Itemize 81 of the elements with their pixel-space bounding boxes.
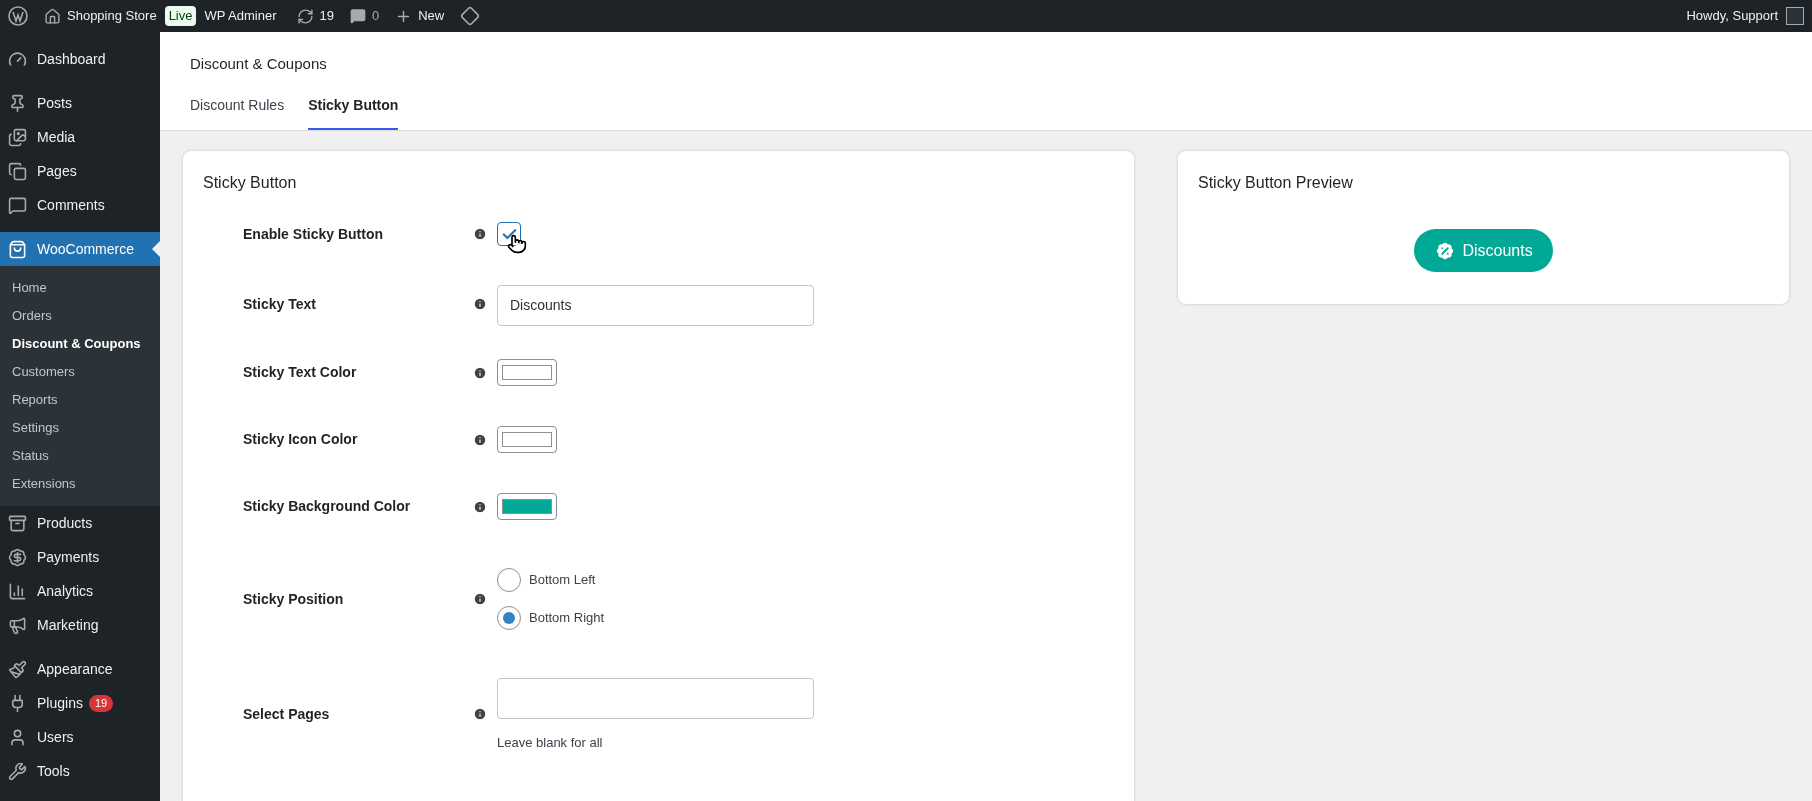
color-picker[interactable]	[497, 493, 557, 520]
sidebar-item[interactable]: Products	[0, 506, 160, 540]
sidebar-item[interactable]: WooCommerce	[0, 232, 160, 266]
field-label: Enable Sticky Button	[242, 224, 385, 244]
archive-icon	[8, 513, 27, 533]
site-name-link[interactable]: Shopping Store	[67, 6, 157, 26]
sidebar-item[interactable]: Analytics	[0, 574, 160, 608]
sidebar-item[interactable]: Appearance	[0, 652, 160, 686]
new-link[interactable]: New	[418, 6, 445, 26]
sidebar-item[interactable]: Marketing	[0, 608, 160, 642]
tab[interactable]: Sticky Button	[308, 95, 399, 130]
submenu-item[interactable]: Orders	[0, 302, 160, 330]
info-icon	[473, 707, 487, 721]
speech-bubble-icon	[8, 195, 27, 215]
refresh-icon[interactable]	[296, 7, 314, 25]
submenu-item[interactable]: Extensions	[0, 470, 160, 498]
info-icon	[473, 499, 487, 514]
info-icon	[473, 592, 487, 606]
submenu-item[interactable]: Reports	[0, 386, 160, 414]
card-title: Sticky Button	[203, 173, 298, 193]
diamond-icon[interactable]	[460, 6, 481, 26]
submenu-item[interactable]: Home	[0, 274, 160, 302]
sidebar-item[interactable]: Tools	[0, 754, 160, 788]
field-label: Sticky Text	[242, 294, 317, 314]
updates-count[interactable]: 19	[319, 6, 334, 26]
plugin-link[interactable]: WP Adminer	[204, 6, 277, 26]
submenu-item[interactable]: Status	[0, 442, 160, 470]
tab[interactable]: Discount Rules	[190, 95, 285, 130]
field-label: Sticky Background Color	[242, 497, 412, 516]
info-icon	[473, 365, 487, 380]
radio-button[interactable]	[497, 606, 521, 630]
megaphone-icon	[8, 615, 27, 635]
comments-count[interactable]: 0	[371, 6, 380, 26]
info-icon	[473, 432, 487, 447]
sidebar-item[interactable]: Pages	[0, 154, 160, 188]
count-badge: 19	[88, 694, 114, 712]
sidebar-item[interactable]: Posts	[0, 86, 160, 120]
home-icon[interactable]	[44, 7, 61, 25]
field-label: Select Pages	[242, 704, 331, 724]
sidebar-item[interactable]: Dashboard	[0, 42, 160, 76]
text-input[interactable]	[497, 677, 814, 719]
radio-button[interactable]	[497, 568, 521, 592]
images-icon	[8, 127, 27, 147]
sidebar-item[interactable]: Payments	[0, 540, 160, 574]
info-icon	[473, 297, 487, 311]
pages-icon	[8, 161, 27, 181]
sidebar-item[interactable]: Media	[0, 120, 160, 154]
sidebar-item[interactable]: Users	[0, 720, 160, 754]
wrench-icon	[8, 761, 27, 781]
card-title: Sticky Button Preview	[1198, 173, 1354, 193]
discount-badge-icon	[1434, 239, 1457, 262]
live-badge: Live	[164, 6, 197, 26]
submenu-item[interactable]: Customers	[0, 358, 160, 386]
radio-label: Bottom Left	[529, 571, 596, 590]
page-title: Discount & Coupons	[190, 54, 328, 74]
submenu-item[interactable]: Settings	[0, 414, 160, 442]
info-icon	[473, 227, 487, 241]
speech-bubble-icon[interactable]	[349, 8, 366, 24]
color-picker[interactable]	[497, 359, 557, 386]
greeting-link[interactable]: Howdy, Support	[1686, 6, 1778, 26]
radio-label: Bottom Right	[529, 609, 605, 628]
sidebar-item[interactable]: Plugins 19	[0, 686, 160, 720]
hint-text: Leave blank for all	[497, 733, 604, 752]
bar-chart-icon	[8, 581, 27, 601]
dollar-icon	[8, 547, 27, 567]
user-icon	[8, 727, 27, 747]
wordpress-logo-icon[interactable]	[8, 6, 28, 26]
sidebar-item[interactable]: Comments	[0, 188, 160, 222]
pin-icon	[8, 93, 27, 113]
submenu-item[interactable]: Discount & Coupons	[0, 330, 160, 358]
gauge-icon	[8, 49, 27, 69]
field-label: Sticky Text Color	[242, 363, 358, 382]
field-label: Sticky Position	[242, 589, 345, 609]
current-menu-pointer	[152, 241, 160, 257]
text-input[interactable]: Discounts	[497, 284, 814, 326]
avatar[interactable]	[1786, 7, 1804, 25]
shopping-bag-icon	[8, 239, 27, 259]
paintbrush-icon	[8, 659, 27, 679]
pointer-cursor-icon	[507, 234, 527, 254]
field-label: Sticky Icon Color	[242, 430, 359, 449]
color-picker[interactable]	[497, 426, 557, 453]
